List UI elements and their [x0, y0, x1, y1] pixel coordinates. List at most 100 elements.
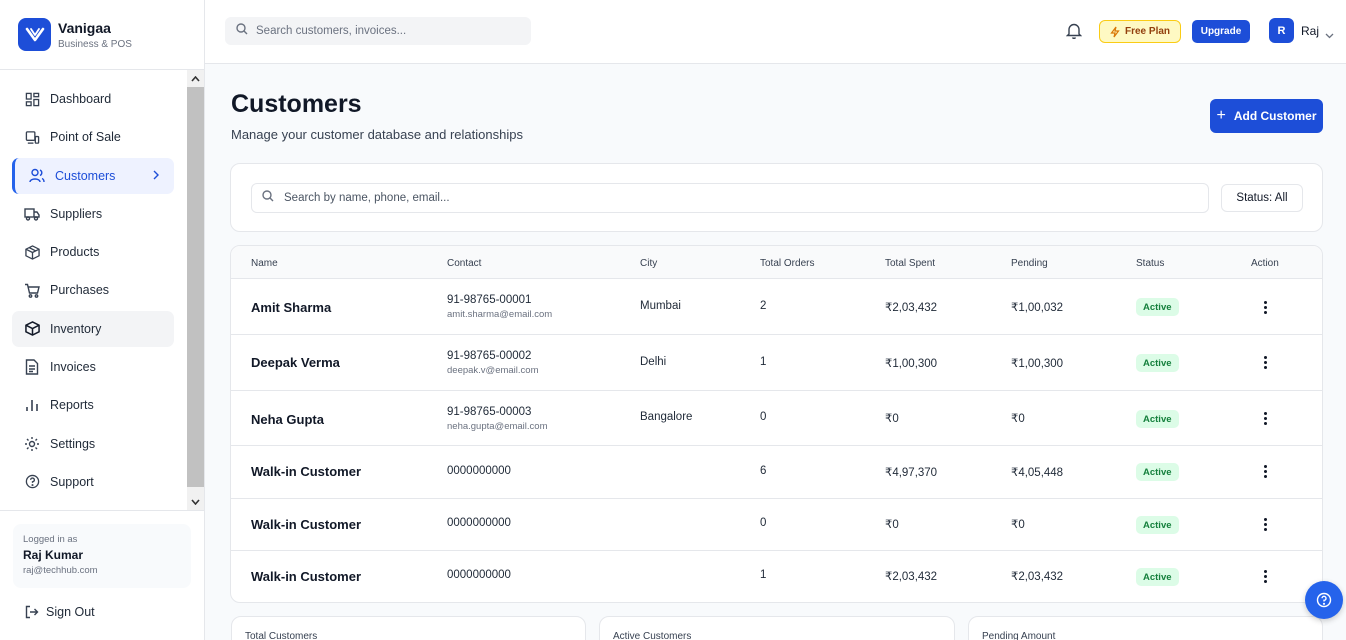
sidebar-item-reports[interactable]: Reports	[12, 387, 174, 423]
customer-total-spent: ₹4,97,370	[885, 467, 938, 479]
more-options-icon[interactable]	[1258, 515, 1272, 533]
truck-icon	[24, 206, 40, 222]
more-options-icon[interactable]	[1258, 409, 1272, 427]
lightning-icon	[1110, 26, 1120, 37]
customer-contact: 91-98765-00001 amit.sharma@email.com	[447, 294, 552, 320]
global-search[interactable]	[225, 17, 531, 45]
sidebar-item-label: Customers	[55, 168, 116, 183]
sidebar-item-label: Purchases	[50, 283, 110, 298]
customer-email: amit.sharma@email.com	[447, 309, 553, 320]
sign-out-label: Sign Out	[46, 605, 95, 619]
help-button[interactable]	[1305, 581, 1343, 619]
free-plan-badge[interactable]: Free Plan	[1099, 20, 1182, 43]
sign-out-button[interactable]: Sign Out	[25, 605, 95, 619]
sidebar-item-label: Dashboard	[50, 92, 112, 106]
table-row[interactable]: Walk-in Customer 0000000000 6 ₹4,97,370 …	[231, 446, 1322, 499]
table-row[interactable]: Walk-in Customer 0000000000 0 ₹0 ₹0 Acti…	[231, 499, 1322, 551]
more-options-icon[interactable]	[1258, 353, 1272, 371]
sidebar-item-label: Products	[50, 245, 100, 260]
table-header: Name Contact City Total Orders Total Spe…	[231, 246, 1322, 279]
table-row[interactable]: Neha Gupta 91-98765-00003 neha.gupta@ema…	[231, 391, 1322, 446]
more-options-icon[interactable]	[1258, 298, 1272, 316]
customer-total-orders: 2	[760, 300, 767, 312]
header-user-name[interactable]: Raj	[1301, 24, 1319, 38]
status-badge: Active	[1136, 298, 1179, 316]
stat-card-pending-amount: Pending Amount	[968, 616, 1323, 640]
sidebar-scrollbar[interactable]	[187, 70, 204, 510]
help-circle-icon	[24, 474, 40, 490]
customer-total-spent: ₹2,03,432	[885, 302, 938, 314]
customer-total-orders: 0	[760, 517, 767, 529]
sidebar-nav: Dashboard Point of Sale Customers Suppli…	[0, 70, 205, 510]
table-row[interactable]: Walk-in Customer 0000000000 1 ₹2,03,432 …	[231, 551, 1322, 602]
status-filter-dropdown[interactable]: Status: All	[1221, 184, 1303, 212]
chevron-down-icon[interactable]	[1325, 26, 1334, 44]
sidebar-item-label: Settings	[50, 436, 96, 451]
scroll-down-arrow-icon[interactable]	[187, 493, 204, 510]
sign-out-icon	[25, 605, 39, 619]
sidebar-item-customers[interactable]: Customers	[12, 157, 174, 194]
scroll-up-arrow-icon[interactable]	[187, 70, 204, 87]
sidebar-item-label: Suppliers	[50, 206, 103, 221]
customer-total-orders: 0	[760, 411, 767, 423]
search-icon	[236, 22, 248, 40]
column-header-total-orders: Total Orders	[760, 258, 815, 269]
customer-name[interactable]: Amit Sharma	[251, 300, 331, 315]
sidebar-item-purchases[interactable]: Purchases	[12, 272, 174, 308]
user-name: Raj Kumar	[23, 548, 84, 562]
shopping-cart-icon	[24, 282, 40, 298]
notifications-bell-icon[interactable]	[1065, 22, 1083, 44]
table-row[interactable]: Deepak Verma 91-98765-00002 deepak.v@ema…	[231, 335, 1322, 391]
avatar[interactable]: R	[1269, 18, 1294, 43]
add-customer-label: Add Customer	[1233, 109, 1317, 123]
customer-phone: 0000000000	[447, 517, 511, 529]
customer-email: neha.gupta@email.com	[447, 421, 548, 432]
global-search-input[interactable]	[256, 25, 516, 37]
customer-name[interactable]: Neha Gupta	[251, 412, 324, 427]
sidebar-item-point-of-sale[interactable]: Point of Sale	[12, 119, 174, 155]
status-badge: Active	[1136, 410, 1179, 428]
free-plan-label: Free Plan	[1125, 26, 1171, 37]
customer-name[interactable]: Walk-in Customer	[251, 464, 361, 479]
sidebar-item-dashboard[interactable]: Dashboard	[12, 81, 174, 117]
sidebar-item-support[interactable]: Support	[12, 464, 174, 500]
file-text-icon	[24, 359, 40, 375]
user-email: raj@techhub.com	[23, 565, 98, 576]
customer-name[interactable]: Walk-in Customer	[251, 517, 361, 532]
customer-pending: ₹0	[1011, 519, 1025, 531]
upgrade-button[interactable]: Upgrade	[1192, 20, 1250, 43]
sidebar-item-invoices[interactable]: Invoices	[12, 349, 174, 385]
add-customer-button[interactable]: + Add Customer	[1210, 99, 1323, 133]
more-options-icon[interactable]	[1258, 567, 1272, 585]
bar-chart-icon	[24, 397, 40, 413]
customer-pending: ₹0	[1011, 413, 1025, 425]
scrollbar-thumb[interactable]	[187, 87, 204, 487]
table-row[interactable]: Amit Sharma 91-98765-00001 amit.sharma@e…	[231, 279, 1322, 335]
customer-total-orders: 1	[760, 569, 767, 581]
sidebar-item-label: Point of Sale	[50, 130, 121, 145]
sidebar-item-inventory[interactable]: Inventory	[12, 310, 174, 347]
customer-search[interactable]	[251, 183, 1209, 213]
sidebar-item-label: Invoices	[50, 360, 96, 375]
page-subtitle: Manage your customer database and relati…	[231, 127, 523, 142]
brand-subtitle: Business & POS	[58, 38, 132, 50]
customer-email: deepak.v@email.com	[447, 365, 539, 376]
plus-icon: +	[1216, 107, 1226, 124]
sidebar-item-settings[interactable]: Settings	[12, 426, 174, 462]
status-badge: Active	[1136, 463, 1179, 481]
customer-search-input[interactable]	[284, 192, 1184, 204]
sidebar-item-suppliers[interactable]: Suppliers	[12, 196, 174, 232]
column-header-name: Name	[251, 258, 278, 269]
brand[interactable]: Vanigaa Business & POS	[0, 0, 204, 70]
customer-name[interactable]: Deepak Verma	[251, 355, 340, 370]
customer-city: Delhi	[640, 356, 667, 368]
sidebar-item-products[interactable]: Products	[12, 234, 174, 270]
more-options-icon[interactable]	[1258, 462, 1272, 480]
stat-label: Active Customers	[613, 631, 692, 640]
column-header-total-spent: Total Spent	[885, 258, 936, 269]
customer-phone: 0000000000	[447, 465, 511, 477]
customer-total-spent: ₹0	[885, 519, 899, 531]
customer-name[interactable]: Walk-in Customer	[251, 569, 361, 584]
customer-phone: 91-98765-00002	[447, 350, 532, 362]
customer-total-spent: ₹0	[885, 413, 899, 425]
